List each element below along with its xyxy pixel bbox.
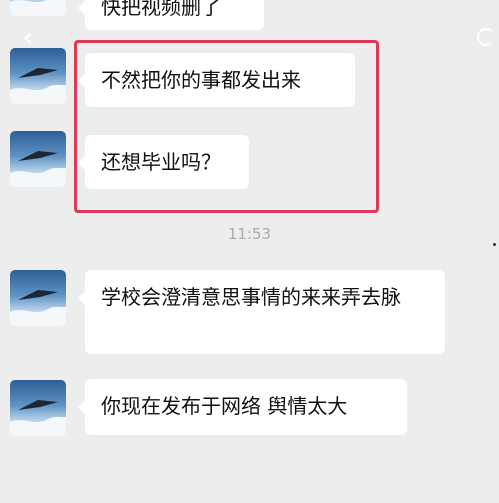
avatar[interactable] [10,270,66,326]
message-text: 学校会澄清意思事情的来来弄去脉 [101,285,401,309]
refresh-icon[interactable] [477,28,495,46]
avatar[interactable] [10,380,66,436]
message-bubble[interactable]: 你现在发布于网络 舆情太大 [78,379,407,435]
back-arrow-icon[interactable]: ‹ [18,25,38,51]
message-bubble[interactable]: 学校会澄清意思事情的来来弄去脉 [78,270,445,354]
chat-window: ‹ 快把视频删了 不然把你的事都发出来 还想毕业吗？ 11:53 学校会澄清意思… [0,0,499,503]
message-timestamp: 11:53 [227,225,272,243]
dot-icon [493,243,496,246]
message-bubble[interactable]: 快把视频删了 [78,0,264,30]
avatar[interactable] [10,131,66,187]
message-text: 快把视频删了 [101,0,221,19]
highlight-box [74,40,379,213]
avatar[interactable] [10,48,66,104]
avatar[interactable] [10,0,66,16]
message-text: 你现在发布于网络 舆情太大 [101,394,348,418]
